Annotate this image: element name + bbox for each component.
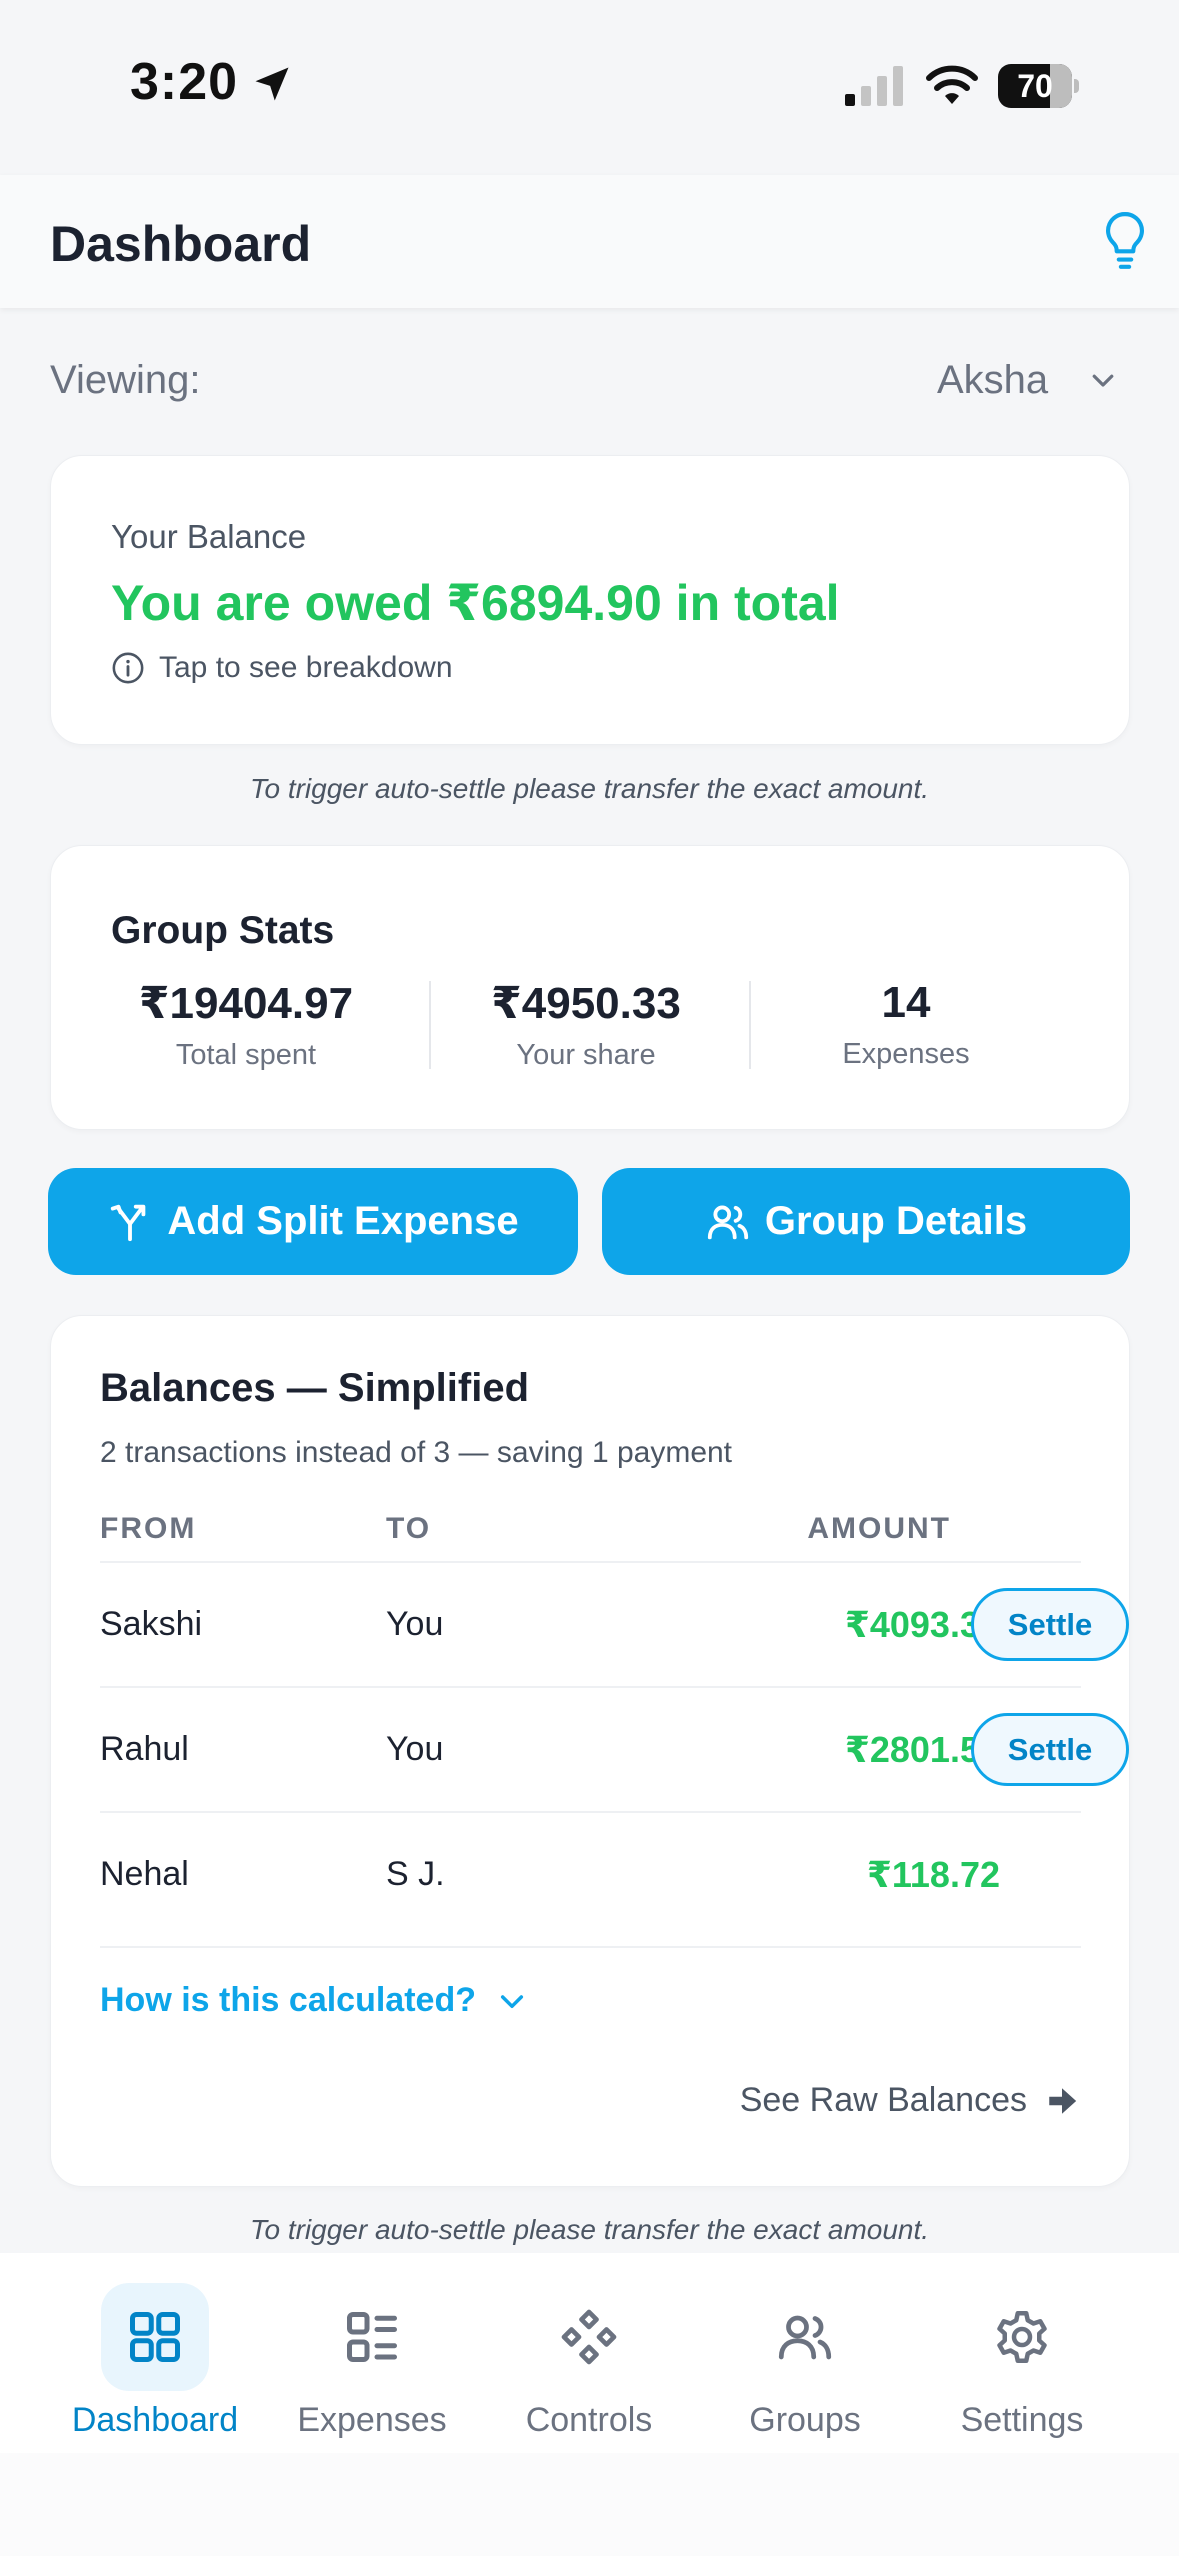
group-details-button[interactable]: Group Details — [602, 1168, 1130, 1275]
add-split-expense-button[interactable]: Add Split Expense — [48, 1168, 578, 1275]
balance-label: Your Balance — [111, 518, 307, 555]
row-to: S J. — [386, 1855, 445, 1893]
row-amount: ₹118.72 — [866, 1854, 1000, 1895]
viewing-label: Viewing: — [50, 358, 201, 402]
nav-icon — [535, 2283, 643, 2391]
row-from: Nehal — [100, 1855, 189, 1893]
list-icon — [347, 2312, 397, 2362]
wifi-icon — [926, 65, 978, 104]
chevron-down-icon — [1092, 374, 1114, 387]
auto-settle-note: To trigger auto-settle please transfer t… — [249, 2214, 930, 2245]
breakdown-hint[interactable]: Tap to see breakdown — [111, 651, 453, 685]
stat-label: Total spent — [175, 1039, 317, 1071]
info-icon — [112, 652, 144, 684]
auto-settle-note: To trigger auto-settle please transfer t… — [249, 773, 930, 804]
stat-value: 14 — [881, 978, 931, 1027]
stat-value: ₹19404.97 — [138, 979, 354, 1028]
status-time: 3:20 — [130, 53, 239, 111]
row-to: You — [386, 1605, 444, 1643]
balance-summary: You are owed ₹6894.90 in total — [111, 575, 840, 631]
row-amount: ₹4093.32 — [844, 1604, 1000, 1645]
nav-label: Settings — [960, 2401, 1084, 2439]
see-raw-balances-label: See Raw Balances — [739, 2081, 1027, 2119]
balance-row: Nehal S J. ₹118.72 — [100, 1813, 1081, 1936]
grid-icon — [130, 2312, 180, 2362]
battery-indicator: 70 — [998, 64, 1079, 108]
row-to: You — [386, 1730, 444, 1768]
row-amount: ₹2801.58 — [844, 1729, 1000, 1770]
gear-icon — [997, 2311, 1047, 2363]
stat-value: ₹4950.33 — [491, 979, 681, 1028]
bottom-nav: Dashboard Expenses Controls Groups Setti… — [0, 2253, 1179, 2453]
arrow-right-icon — [1049, 2087, 1077, 2114]
users-icon — [707, 1205, 748, 1239]
divider — [100, 1946, 1081, 1948]
settle-button[interactable]: Settle — [971, 1713, 1129, 1786]
balances-title: Balances — Simplified — [100, 1366, 530, 1410]
nav-item-expenses[interactable]: Expenses — [264, 2283, 480, 2439]
stat-divider — [749, 981, 751, 1069]
nav-item-controls[interactable]: Controls — [481, 2283, 697, 2439]
users-icon — [778, 2315, 832, 2360]
page-title: Dashboard — [50, 216, 312, 272]
nav-item-dashboard[interactable]: Dashboard — [47, 2283, 263, 2439]
nav-icon — [751, 2283, 859, 2391]
battery-level: 70 — [1017, 68, 1053, 104]
nav-label: Controls — [525, 2401, 653, 2439]
add-split-expense-label: Add Split Expense — [167, 1199, 519, 1243]
breakdown-text: Tap to see breakdown — [159, 651, 453, 684]
group-stats-card: Group Stats ₹19404.97 Total spent ₹4950.… — [50, 845, 1130, 1130]
nav-icon — [101, 2283, 209, 2391]
how-calculated-toggle[interactable]: How is this calculated? — [100, 1981, 528, 2020]
chevron-down-icon — [500, 1994, 524, 2008]
stat-divider — [429, 981, 431, 1069]
split-icon — [111, 1204, 146, 1241]
column-header-amount: AMOUNT — [807, 1512, 951, 1545]
balance-card[interactable]: Your Balance You are owed ₹6894.90 in to… — [50, 455, 1130, 745]
location-arrow-icon — [255, 67, 289, 101]
stat-your-share: ₹4950.33 Your share — [461, 978, 711, 1072]
nav-label: Groups — [749, 2401, 861, 2439]
home-indicator-area — [0, 2453, 1179, 2556]
nav-icon — [318, 2283, 426, 2391]
viewing-value: Aksha — [937, 357, 1049, 402]
viewing-select[interactable]: Aksha — [937, 350, 1118, 410]
nav-label: Expenses — [297, 2401, 447, 2439]
group-details-label: Group Details — [764, 1199, 1028, 1243]
nav-icon — [968, 2283, 1076, 2391]
nav-item-groups[interactable]: Groups — [697, 2283, 913, 2439]
see-raw-balances-link[interactable]: See Raw Balances — [740, 2081, 1079, 2120]
balances-card: Balances — Simplified 2 transactions ins… — [50, 1315, 1130, 2187]
nav-item-settings[interactable]: Settings — [914, 2283, 1130, 2439]
column-header-from: FROM — [100, 1512, 197, 1545]
column-header-to: TO — [386, 1512, 432, 1545]
stat-expenses: 14 Expenses — [781, 978, 1031, 1071]
app-header: Dashboard — [0, 175, 1179, 308]
settle-button[interactable]: Settle — [971, 1588, 1129, 1661]
row-from: Rahul — [100, 1730, 189, 1768]
stat-total-spent: ₹19404.97 Total spent — [121, 978, 371, 1072]
how-calculated-label: How is this calculated? — [100, 1981, 476, 2019]
lightbulb-icon[interactable] — [1100, 210, 1150, 272]
group-stats-title: Group Stats — [111, 909, 335, 952]
balance-row: Sakshi You ₹4093.32 Settle — [100, 1563, 1129, 1686]
diamonds-icon — [561, 2309, 617, 2365]
row-from: Sakshi — [100, 1605, 203, 1643]
status-bar: 3:20 70 — [0, 0, 1179, 175]
balances-subtitle: 2 transactions instead of 3 — saving 1 p… — [100, 1436, 733, 1469]
balance-row: Rahul You ₹2801.58 Settle — [100, 1688, 1129, 1811]
nav-label: Dashboard — [71, 2401, 239, 2439]
stat-label: Expenses — [842, 1038, 970, 1070]
stat-label: Your share — [516, 1039, 656, 1071]
cellular-signal-icon — [845, 66, 903, 106]
